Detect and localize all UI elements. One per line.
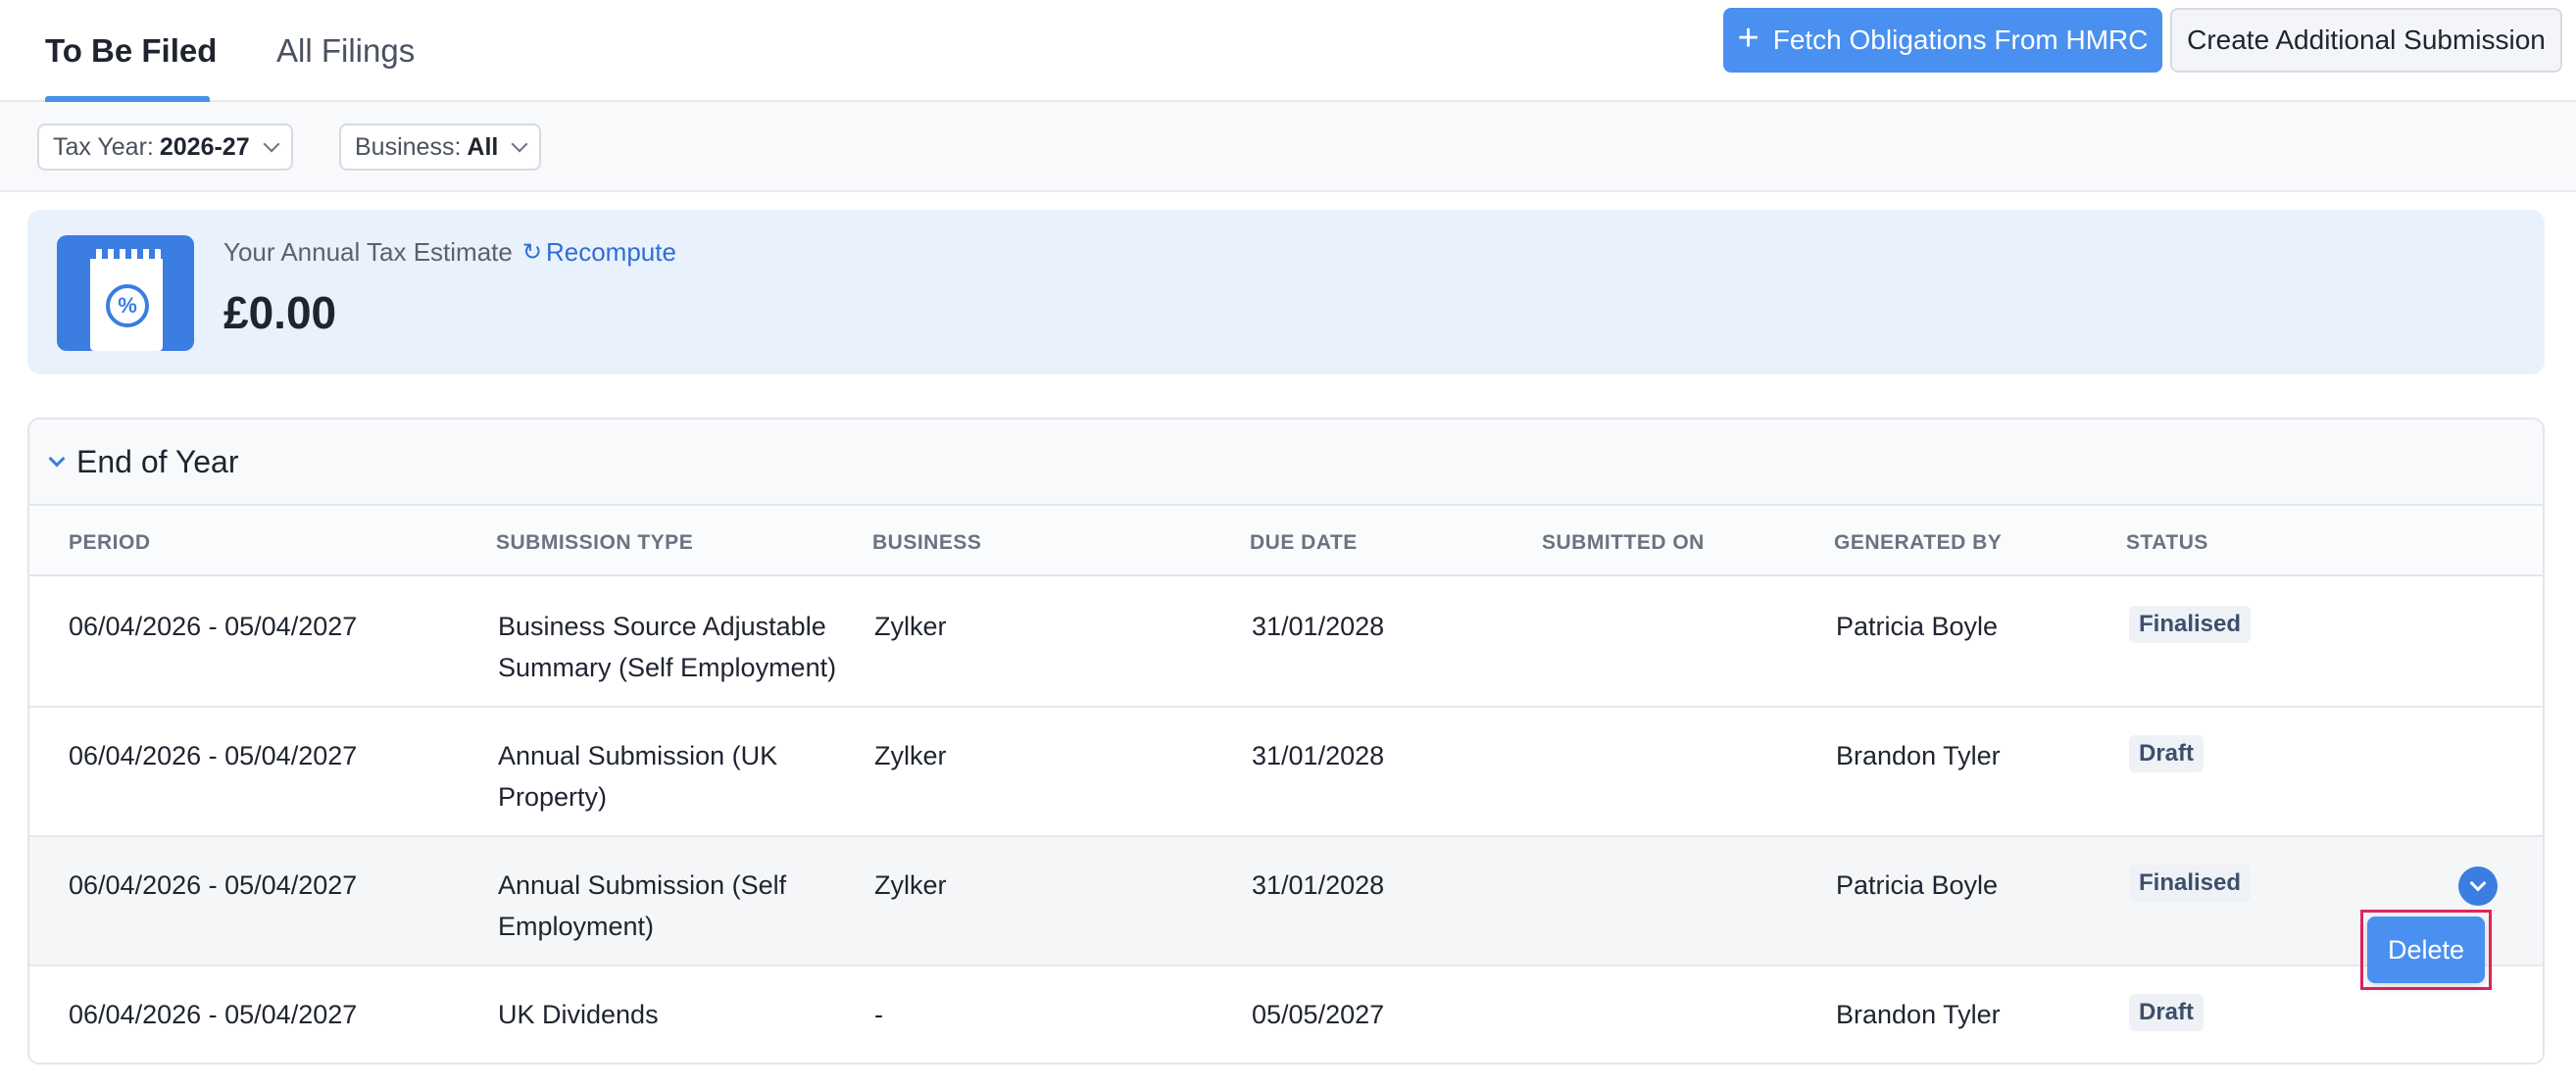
business-cell: - — [874, 1000, 883, 1029]
col-submitted-on: SUBMITTED ON — [1542, 531, 1705, 554]
fetch-obligations-button[interactable]: + Fetch Obligations From HMRC — [1723, 8, 2162, 73]
period-cell: 06/04/2026 - 05/04/2027 — [69, 741, 358, 770]
due-date-cell: 31/01/2028 — [1252, 612, 1385, 641]
business-cell: Zylker — [874, 741, 947, 770]
top-tab-bar: To Be Filed All Filings + Fetch Obligati… — [0, 0, 2576, 102]
create-additional-submission-button[interactable]: Create Additional Submission — [2170, 8, 2562, 73]
col-period: PERIOD — [69, 531, 151, 554]
section-header[interactable]: End of Year — [29, 420, 2543, 506]
col-submission-type: SUBMISSION TYPE — [496, 531, 694, 554]
tax-year-filter[interactable]: Tax Year: 2026-27 — [37, 124, 293, 171]
generated-by-cell: Brandon Tyler — [1836, 1000, 2001, 1029]
generated-by-cell: Patricia Boyle — [1836, 870, 1999, 900]
end-of-year-section: End of Year PERIOD SUBMISSION TYPE BUSIN… — [27, 418, 2545, 1065]
col-status: STATUS — [2126, 531, 2208, 554]
business-value: All — [467, 132, 499, 161]
col-due-date: DUE DATE — [1250, 531, 1358, 554]
plus-icon: + — [1737, 18, 1759, 59]
due-date-cell: 31/01/2028 — [1252, 741, 1385, 770]
col-generated-by: GENERATED BY — [1834, 531, 2003, 554]
period-cell: 06/04/2026 - 05/04/2027 — [69, 1000, 358, 1029]
generated-by-cell: Patricia Boyle — [1836, 612, 1999, 641]
submission-type-cell: Annual Submission (UK Property) — [498, 741, 778, 812]
submission-type-cell: UK Dividends — [498, 1000, 659, 1029]
section-title: End of Year — [76, 443, 239, 479]
chevron-down-icon — [48, 450, 66, 468]
business-cell: Zylker — [874, 612, 947, 641]
col-business: BUSINESS — [872, 531, 982, 554]
table-row[interactable]: 06/04/2026 - 05/04/2027 Business Source … — [29, 578, 2543, 708]
tax-estimate-card: % Your Annual Tax Estimate ↻ Recompute £… — [27, 210, 2545, 374]
tax-receipt-icon: % — [57, 235, 194, 351]
table-row[interactable]: 06/04/2026 - 05/04/2027 Annual Submissio… — [29, 708, 2543, 837]
tax-year-label: Tax Year: — [53, 132, 154, 161]
recompute-link[interactable]: ↻ Recompute — [522, 237, 676, 268]
chevron-down-icon — [2469, 874, 2487, 892]
chevron-down-icon — [511, 135, 528, 153]
submission-type-cell: Business Source Adjustable Summary (Self … — [498, 612, 837, 682]
period-cell: 06/04/2026 - 05/04/2027 — [69, 612, 358, 641]
due-date-cell: 31/01/2028 — [1252, 870, 1385, 900]
recompute-label: Recompute — [545, 237, 676, 267]
tax-year-value: 2026-27 — [159, 132, 250, 161]
table-row[interactable]: 06/04/2026 - 05/04/2027 Annual Submissio… — [29, 837, 2543, 966]
tab-all-filings[interactable]: All Filings — [276, 0, 415, 102]
row-actions-dropdown-button[interactable] — [2458, 867, 2498, 906]
status-badge: Draft — [2129, 735, 2204, 772]
table-header: PERIOD SUBMISSION TYPE BUSINESS DUE DATE… — [29, 506, 2543, 576]
estimate-amount: £0.00 — [223, 287, 337, 338]
estimate-label: Your Annual Tax Estimate — [223, 237, 513, 267]
delete-menu-highlight: Delete — [2360, 910, 2492, 990]
filter-bar: Tax Year: 2026-27 Business: All — [0, 102, 2576, 192]
chevron-down-icon — [263, 135, 280, 153]
status-badge: Finalised — [2129, 606, 2252, 643]
period-cell: 06/04/2026 - 05/04/2027 — [69, 870, 358, 900]
tab-to-be-filed[interactable]: To Be Filed — [45, 0, 217, 102]
due-date-cell: 05/05/2027 — [1252, 1000, 1385, 1029]
business-label: Business: — [355, 132, 462, 161]
fetch-obligations-label: Fetch Obligations From HMRC — [1772, 25, 2149, 55]
business-cell: Zylker — [874, 870, 947, 900]
generated-by-cell: Brandon Tyler — [1836, 741, 2001, 770]
status-badge: Finalised — [2129, 865, 2252, 902]
refresh-icon: ↻ — [521, 239, 542, 266]
business-filter[interactable]: Business: All — [339, 124, 542, 171]
status-badge: Draft — [2129, 994, 2204, 1031]
submission-type-cell: Annual Submission (Self Employment) — [498, 870, 787, 941]
table-row[interactable]: 06/04/2026 - 05/04/2027 UK Dividends - 0… — [29, 966, 2543, 1063]
delete-button[interactable]: Delete — [2367, 917, 2485, 983]
